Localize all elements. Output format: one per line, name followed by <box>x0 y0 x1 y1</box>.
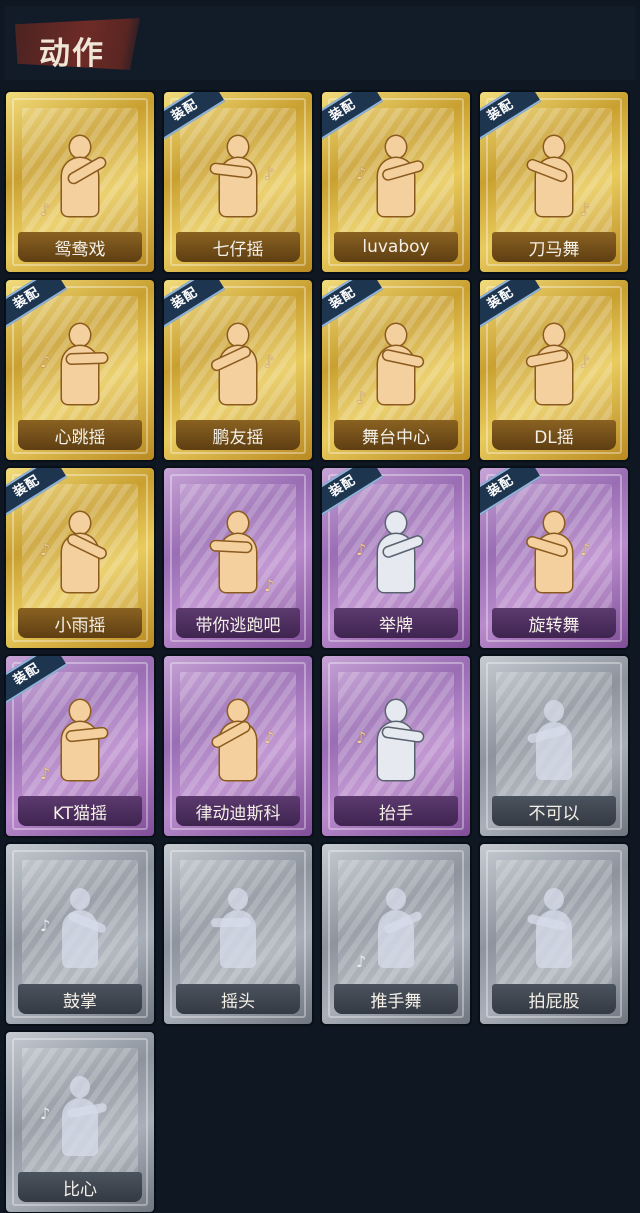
emote-card[interactable]: ♪ 七仔摇 装配 <box>164 92 312 272</box>
emote-label: 拍屁股 <box>492 984 616 1014</box>
emote-label: 举牌 <box>334 608 458 638</box>
emote-card[interactable]: ♪ 刀马舞 装配 <box>480 92 628 272</box>
emote-card[interactable]: 摇头 <box>164 844 312 1024</box>
music-note-icon: ♪ <box>356 728 367 747</box>
emote-pose-icon <box>209 512 267 596</box>
music-note-icon: ♪ <box>40 352 51 371</box>
emote-card[interactable]: ♪ KT猫摇 装配 <box>6 656 154 836</box>
music-note-icon: ♪ <box>356 540 367 559</box>
emote-label: 律动迪斯科 <box>176 796 300 826</box>
emote-label: 推手舞 <box>334 984 458 1014</box>
emote-pose-icon <box>525 324 583 408</box>
emote-pose-icon <box>51 136 109 220</box>
emote-label: 不可以 <box>492 796 616 826</box>
emote-card[interactable]: 拍屁股 <box>480 844 628 1024</box>
emote-label: DL摇 <box>492 420 616 450</box>
emote-label: KT猫摇 <box>18 796 142 826</box>
emote-pose-icon <box>51 888 109 972</box>
music-note-icon: ♪ <box>264 576 275 595</box>
emote-label: 摇头 <box>176 984 300 1014</box>
emote-pose-icon <box>367 324 425 408</box>
emote-card[interactable]: ♪ 旋转舞 装配 <box>480 468 628 648</box>
emote-card[interactable]: ♪ 举牌 装配 <box>322 468 470 648</box>
music-note-icon: ♪ <box>580 200 591 219</box>
emote-card[interactable]: ♪ 舞台中心 装配 <box>322 280 470 460</box>
emote-card[interactable]: ♪ 推手舞 <box>322 844 470 1024</box>
emote-label: 比心 <box>18 1172 142 1202</box>
emote-card[interactable]: ♪ 鸳鸯戏 <box>6 92 154 272</box>
emote-card[interactable]: ♪ 鼓掌 <box>6 844 154 1024</box>
emote-label: luvaboy <box>334 232 458 262</box>
emote-label: 心跳摇 <box>18 420 142 450</box>
emote-card[interactable]: ♪ 小雨摇 装配 <box>6 468 154 648</box>
music-note-icon: ♪ <box>264 352 275 371</box>
emote-pose-icon <box>367 512 425 596</box>
emote-pose-icon <box>209 888 267 972</box>
emote-pose-icon <box>525 700 583 784</box>
emote-pose-icon <box>209 700 267 784</box>
music-note-icon: ♪ <box>40 200 51 219</box>
emote-label: 鸳鸯戏 <box>18 232 142 262</box>
emote-pose-icon <box>367 888 425 972</box>
music-note-icon: ♪ <box>580 540 591 559</box>
music-note-icon: ♪ <box>264 728 275 747</box>
music-note-icon: ♪ <box>264 164 275 183</box>
music-note-icon: ♪ <box>356 164 367 183</box>
emote-pose-icon <box>51 512 109 596</box>
emote-card[interactable]: ♪ 抬手 <box>322 656 470 836</box>
emote-label: 旋转舞 <box>492 608 616 638</box>
emote-card[interactable]: ♪ DL摇 装配 <box>480 280 628 460</box>
emote-label: 舞台中心 <box>334 420 458 450</box>
emote-card[interactable]: 不可以 <box>480 656 628 836</box>
emote-pose-icon <box>51 1076 109 1160</box>
emote-pose-icon <box>525 888 583 972</box>
emote-pose-icon <box>51 324 109 408</box>
music-note-icon: ♪ <box>356 388 367 407</box>
emote-label: 带你逃跑吧 <box>176 608 300 638</box>
emote-label: 七仔摇 <box>176 232 300 262</box>
emote-card[interactable]: ♪ 心跳摇 装配 <box>6 280 154 460</box>
section-header: 动作 <box>5 6 635 80</box>
emote-label: 鹏友摇 <box>176 420 300 450</box>
music-note-icon: ♪ <box>40 540 51 559</box>
emote-pose-icon <box>525 512 583 596</box>
emote-label: 抬手 <box>334 796 458 826</box>
emote-pose-icon <box>209 136 267 220</box>
emote-label: 鼓掌 <box>18 984 142 1014</box>
music-note-icon: ♪ <box>40 916 51 935</box>
emote-card[interactable]: ♪ luvaboy 装配 <box>322 92 470 272</box>
emote-card[interactable]: ♪ 比心 <box>6 1032 154 1212</box>
emote-card[interactable]: ♪ 鹏友摇 装配 <box>164 280 312 460</box>
music-note-icon: ♪ <box>40 764 51 783</box>
music-note-icon: ♪ <box>580 352 591 371</box>
emote-label: 刀马舞 <box>492 232 616 262</box>
emote-card[interactable]: ♪ 律动迪斯科 <box>164 656 312 836</box>
emote-pose-icon <box>51 700 109 784</box>
music-note-icon: ♪ <box>40 1104 51 1123</box>
section-title: 动作 <box>39 36 105 72</box>
emote-pose-icon <box>367 136 425 220</box>
emote-card[interactable]: ♪ 带你逃跑吧 <box>164 468 312 648</box>
music-note-icon: ♪ <box>356 952 367 971</box>
emote-pose-icon <box>209 324 267 408</box>
emote-pose-icon <box>367 700 425 784</box>
emote-pose-icon <box>525 136 583 220</box>
emote-label: 小雨摇 <box>18 608 142 638</box>
